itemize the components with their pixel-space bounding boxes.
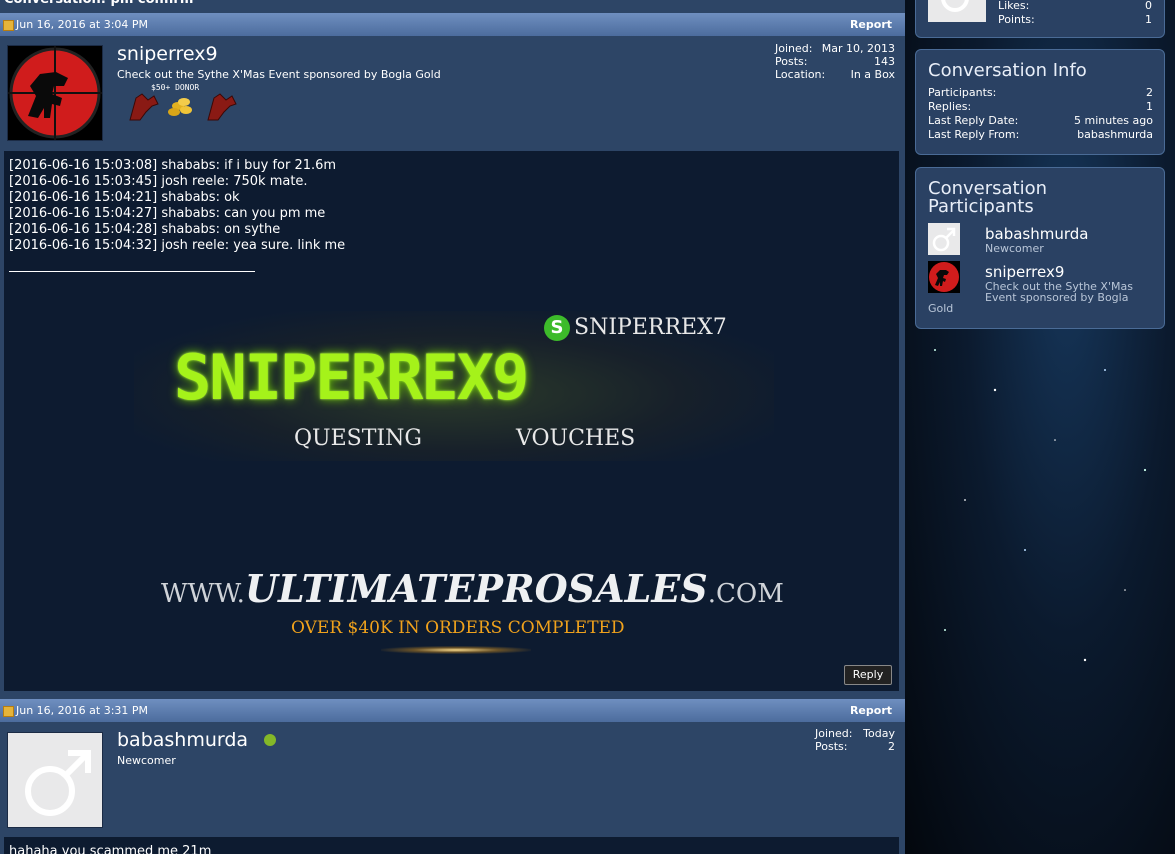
message-line: [2016-06-16 15:04:32] josh reele: yea su… [9, 238, 346, 253]
stat-value: In a Box [850, 68, 895, 81]
signature-glow [381, 646, 531, 654]
donor-badge: $50+ DONOR [126, 83, 241, 124]
stat-value: Today [863, 727, 895, 740]
stat-label: Points: [998, 13, 1035, 26]
post-header-bar: Jun 16, 2016 at 3:04 PM Report [0, 13, 905, 36]
dinosaur-icon [8, 46, 102, 140]
male-symbol-icon [932, 227, 956, 252]
info-label: Replies: [928, 100, 972, 113]
message-line: [2016-06-16 15:03:08] shababs: if i buy … [9, 158, 337, 173]
user-stats: Joined: Mar 10, 2013 Posts: 143 Location: I… [775, 42, 895, 81]
post-header-bar: Jun 16, 2016 at 3:31 PM Report [0, 699, 905, 722]
signature-logo: SNIPERREX9 [174, 341, 529, 414]
signature-banner: S SNIPERREX7 SNIPERREX9 QUESTING VOUCHES [134, 311, 774, 461]
male-symbol-icon [8, 733, 102, 827]
info-value: 5 minutes ago [1074, 114, 1153, 127]
stat-label: Posts: [775, 55, 808, 68]
message-line: [2016-06-16 15:03:45] josh reele: 750k m… [9, 174, 308, 189]
dinosaur-icon [928, 261, 960, 293]
site-prefix: WWW. [161, 579, 245, 609]
participant-avatar[interactable] [928, 261, 960, 293]
participant-title: Newcomer [985, 242, 1044, 255]
stat-label: Posts: [815, 740, 848, 753]
participants-title: Conversation Participants [928, 180, 1047, 216]
info-value[interactable]: babashmurda [1077, 128, 1153, 142]
conversation-info-title: Conversation Info [928, 60, 1087, 81]
message-line: [2016-06-16 15:04:21] shababs: ok [9, 190, 240, 205]
message-line: [2016-06-16 15:04:28] shababs: on sythe [9, 222, 281, 237]
stat-label: Likes: [998, 0, 1030, 12]
avatar[interactable] [7, 732, 103, 828]
message-line: [2016-06-16 15:04:27] shababs: can you p… [9, 206, 326, 221]
participants-panel: Conversation Participants babashmurda Ne… [915, 167, 1165, 329]
post-flag-icon [3, 20, 14, 31]
reply-button[interactable]: Reply [844, 665, 892, 685]
signature-tagline: OVER $40K IN ORDERS COMPLETED [291, 618, 625, 638]
stat-label: Joined: [775, 42, 813, 55]
stat-label: Joined: [815, 727, 853, 740]
participant-name[interactable]: sniperrex9 [985, 263, 1064, 281]
stat-value: 1 [1145, 13, 1152, 26]
participant-title-line: Event sponsored by Bogla [985, 291, 1129, 304]
participants-title-line2: Participants [928, 196, 1034, 217]
info-value: 2 [1146, 86, 1153, 99]
stat-value: Mar 10, 2013 [821, 42, 895, 55]
profile-avatar[interactable] [928, 0, 986, 22]
info-label: Last Reply Date: [928, 114, 1019, 127]
user-stats: Joined: Today Posts: 2 [815, 727, 895, 753]
main-content: Conversation: pm confirm Jun 16, 2016 at… [0, 0, 905, 854]
message-line: hahaha you scammed me 21m [9, 844, 212, 854]
message-body: [2016-06-16 15:03:08] shababs: if i buy … [4, 151, 899, 691]
sidebar: Likes: 0 Points: 1 Conversation Info Parti… [905, 0, 1175, 854]
post-username[interactable]: babashmurda [117, 729, 248, 751]
signature-left-word: QUESTING [294, 426, 422, 451]
post-username[interactable]: sniperrex9 [117, 43, 218, 65]
signature-site-banner: WWW.ULTIMATEPROSALES.COM OVER $40K IN OR… [161, 566, 784, 656]
conversation-info-panel: Conversation Info Participants: 2 Replies… [915, 49, 1165, 155]
report-link[interactable]: Report [850, 699, 892, 722]
stat-value: 2 [888, 740, 895, 753]
site-main: ULTIMATEPROSALES [244, 566, 708, 611]
user-title: Check out the Sythe X'Mas Event sponsore… [117, 68, 441, 81]
user-title: Newcomer [117, 754, 176, 767]
stat-value: 0 [1145, 0, 1152, 12]
site-suffix: .COM [707, 579, 784, 609]
stat-label: Location: [775, 68, 826, 81]
participant-avatar[interactable] [928, 223, 960, 255]
signature-right-word: VOUCHES [516, 426, 636, 451]
participant-title-line: Gold [928, 302, 954, 315]
male-symbol-icon [941, 0, 969, 12]
profile-panel: Likes: 0 Points: 1 [915, 0, 1165, 38]
skype-name: SNIPERREX7 [574, 315, 727, 340]
message-body: hahaha you scammed me 21m [4, 837, 899, 854]
post-flag-icon [3, 706, 14, 717]
donor-badge-label: $50+ DONOR [151, 83, 200, 92]
info-label: Last Reply From: [928, 128, 1020, 141]
signature-divider [9, 271, 255, 272]
post-date: Jun 16, 2016 at 3:31 PM [16, 704, 149, 717]
info-label: Participants: [928, 86, 997, 99]
avatar[interactable] [7, 45, 103, 141]
report-link[interactable]: Report [850, 13, 892, 36]
info-value: 1 [1146, 100, 1153, 113]
participant-name[interactable]: babashmurda [985, 225, 1088, 243]
stat-value: 143 [874, 55, 895, 68]
starfield-background [934, 349, 1147, 662]
post-date: Jun 16, 2016 at 3:04 PM [16, 18, 149, 31]
conversation-title: Conversation: pm confirm [0, 0, 905, 11]
skype-icon: S [544, 315, 570, 341]
online-status-icon [264, 734, 276, 746]
